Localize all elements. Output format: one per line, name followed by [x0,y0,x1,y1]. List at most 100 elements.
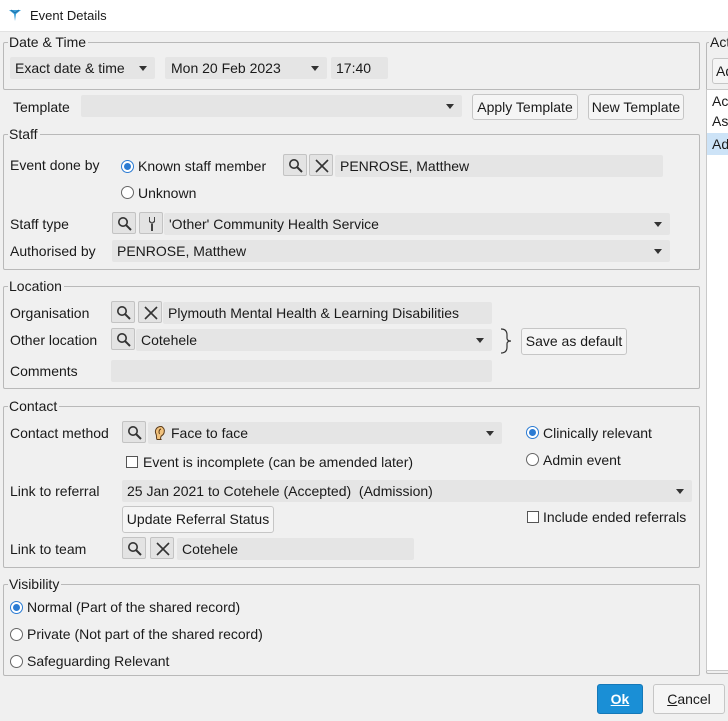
chevron-down-icon [486,431,494,436]
organisation-search-button[interactable] [111,301,135,323]
contact-method-select[interactable]: Face to face [148,422,502,444]
side-legend: Act [709,34,728,50]
face-icon [152,425,168,444]
unknown-staff-radio[interactable] [121,186,134,199]
visibility-safeguarding-radio[interactable] [10,655,23,668]
chevron-down-icon [139,66,147,71]
visibility-private-label: Private (Not part of the shared record) [27,626,263,642]
visibility-normal-radio[interactable] [10,601,23,614]
incomplete-checkbox[interactable] [126,456,138,468]
side-list-item[interactable]: Ad [712,136,728,152]
visibility-legend: Visibility [8,576,62,592]
side-list-item[interactable]: Ac [712,93,728,109]
chevron-down-icon [654,249,662,254]
link-to-team-label: Link to team [10,541,87,557]
visibility-private-radio[interactable] [10,628,23,641]
staff-clear-button[interactable] [309,154,333,176]
time-value: 17:40 [336,60,372,76]
search-icon [117,306,131,320]
side-list-item[interactable]: As [712,113,728,129]
chevron-down-icon [446,104,454,109]
brace-icon [499,327,513,358]
staff-legend: Staff [8,126,40,142]
staff-type-label: Staff type [10,216,69,232]
staff-type-search-button[interactable] [112,212,136,234]
location-legend: Location [8,278,64,294]
cancel-label-mnemonic: C [667,691,678,707]
template-label: Template [13,99,70,115]
cancel-button[interactable]: Cancel [653,684,725,714]
datetime-mode-value: Exact date & time [15,60,125,76]
save-as-default-button[interactable]: Save as default [521,328,627,355]
side-list [706,89,728,671]
chevron-down-icon [311,66,319,71]
contact-legend: Contact [8,398,60,414]
visibility-safeguarding-label: Safeguarding Relevant [27,653,170,669]
admin-event-label: Admin event [543,452,621,468]
wrench-icon [149,217,155,231]
organisation-label: Organisation [10,305,90,321]
ok-button[interactable]: Ok [597,684,643,714]
team-search-button[interactable] [122,537,146,559]
unknown-staff-label: Unknown [138,185,197,201]
clinically-relevant-radio[interactable] [526,426,539,439]
comments-label: Comments [10,363,78,379]
new-template-button[interactable]: New Template [588,94,684,120]
known-staff-radio[interactable] [121,160,134,173]
staff-type-value: 'Other' Community Health Service [169,216,379,232]
contact-method-value: Face to face [171,425,249,441]
app-icon [8,8,22,25]
incomplete-label: Event is incomplete (can be amended late… [143,454,414,470]
cancel-label-rest: ancel [677,691,711,707]
staff-search-button[interactable] [283,154,307,176]
organisation-field[interactable]: Plymouth Mental Health & Learning Disabi… [163,302,492,324]
known-staff-label: Known staff member [138,158,267,174]
side-add-button[interactable]: Ad [712,58,728,84]
organisation-value: Plymouth Mental Health & Learning Disabi… [168,305,460,321]
contact-method-label: Contact method [10,425,109,441]
visibility-normal-label: Normal (Part of the shared record) [27,599,241,615]
include-ended-checkbox[interactable] [527,511,539,523]
template-select[interactable] [81,95,462,117]
link-to-referral-label: Link to referral [10,483,100,499]
date-value: Mon 20 Feb 2023 [171,60,281,76]
team-field[interactable]: Cotehele [177,538,414,560]
search-icon [118,217,132,231]
search-icon [289,159,303,173]
close-icon [315,159,329,173]
search-icon [128,426,142,440]
chevron-down-icon [476,338,484,343]
authorised-by-select[interactable]: PENROSE, Matthew [112,240,670,262]
staff-type-select[interactable]: 'Other' Community Health Service [164,213,670,235]
other-location-value: Cotehele [141,332,198,348]
chevron-down-icon [654,222,662,227]
staff-name-field[interactable]: PENROSE, Matthew [335,155,663,177]
update-referral-status-button[interactable]: Update Referral Status [122,506,274,533]
window-title: Event Details [30,8,107,23]
staff-type-tool-button[interactable] [139,212,163,234]
datetime-mode-select[interactable]: Exact date & time [10,57,155,79]
other-location-select[interactable]: Cotehele [136,329,492,351]
close-icon [156,542,170,556]
clinically-relevant-label: Clinically relevant [543,425,652,441]
staff-name-value: PENROSE, Matthew [340,158,470,174]
team-clear-button[interactable] [150,537,174,559]
contact-method-search-button[interactable] [122,421,146,443]
authorised-by-label: Authorised by [10,243,96,259]
referral-value: 25 Jan 2021 to Cotehele (Accepted) (Admi… [127,483,433,499]
include-ended-label: Include ended referrals [543,509,687,525]
time-field[interactable]: 17:40 [331,57,388,79]
title-bar: Event Details [0,0,728,32]
comments-field[interactable] [111,360,492,382]
event-done-by-label: Event done by [10,157,100,173]
datetime-legend: Date & Time [8,34,89,50]
authorised-by-value: PENROSE, Matthew [117,243,247,259]
apply-template-button[interactable]: Apply Template [472,94,578,120]
other-location-search-button[interactable] [111,328,135,350]
organisation-clear-button[interactable] [138,301,162,323]
admin-event-radio[interactable] [526,453,539,466]
date-picker[interactable]: Mon 20 Feb 2023 [165,57,327,79]
referral-select[interactable]: 25 Jan 2021 to Cotehele (Accepted) (Admi… [122,480,692,502]
other-location-label: Other location [10,332,98,348]
search-icon [117,333,131,347]
